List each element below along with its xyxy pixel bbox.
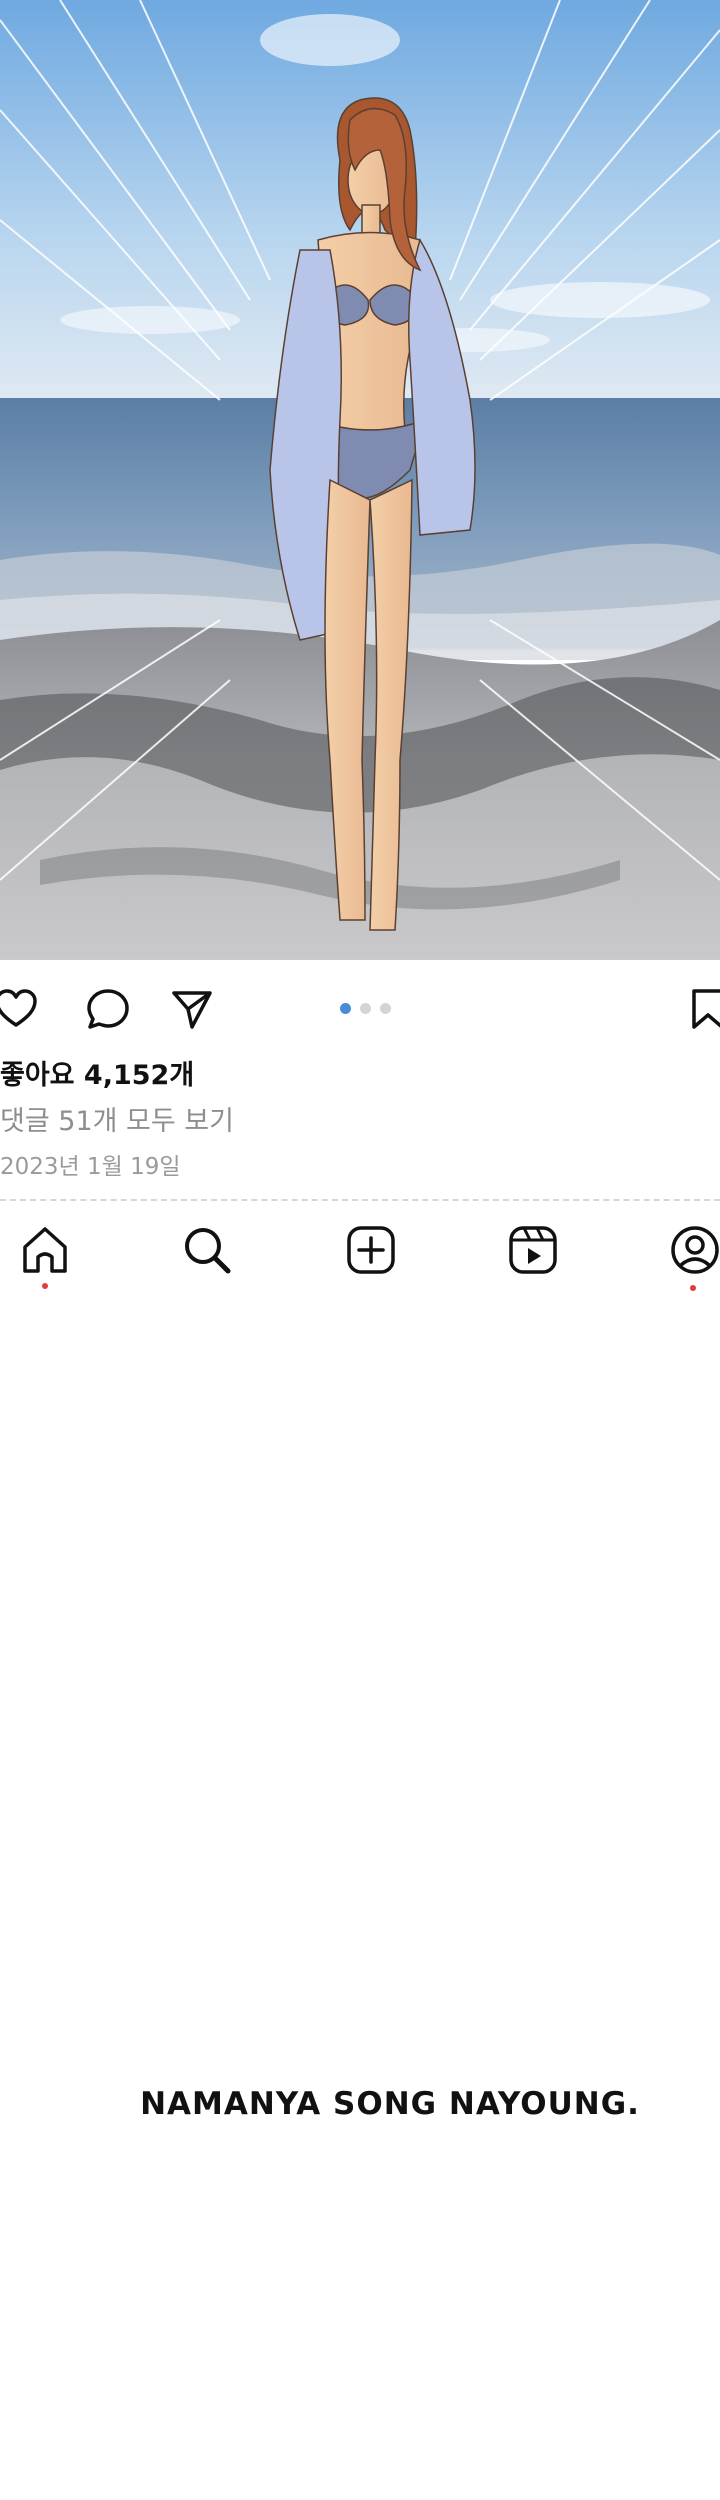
post-date: 2023년 1월 19일 <box>0 1154 181 1180</box>
add-post-icon[interactable] <box>340 1219 402 1281</box>
carousel-indicator <box>340 1003 391 1014</box>
notification-dot <box>690 1285 696 1291</box>
comment-bubble-icon[interactable] <box>82 983 134 1035</box>
post-action-bar <box>0 975 720 1045</box>
page: 좋아요 4,152개 댓글 51개 모두 보기 2023년 1월 19일 NAM… <box>0 0 720 2500</box>
post-image[interactable] <box>0 0 720 960</box>
notification-dot <box>42 1283 48 1289</box>
carousel-dot <box>360 1003 371 1014</box>
bottom-nav <box>0 1215 720 1305</box>
view-comments-link[interactable]: 댓글 51개 모두 보기 <box>0 1108 234 1135</box>
carousel-dot <box>380 1003 391 1014</box>
carousel-dot-active <box>340 1003 351 1014</box>
divider <box>0 1199 720 1201</box>
bookmark-icon[interactable] <box>682 983 720 1035</box>
profile-icon[interactable] <box>664 1219 720 1291</box>
search-icon[interactable] <box>176 1219 238 1281</box>
reels-icon[interactable] <box>502 1219 564 1281</box>
home-icon[interactable] <box>14 1219 76 1289</box>
paper-plane-icon[interactable] <box>166 983 218 1035</box>
narration-caption: NAMANYA SONG NAYOUNG. <box>140 2086 640 2122</box>
likes-count[interactable]: 좋아요 4,152개 <box>0 1062 194 1089</box>
heart-icon[interactable] <box>0 983 42 1035</box>
beach-illustration <box>0 0 720 960</box>
